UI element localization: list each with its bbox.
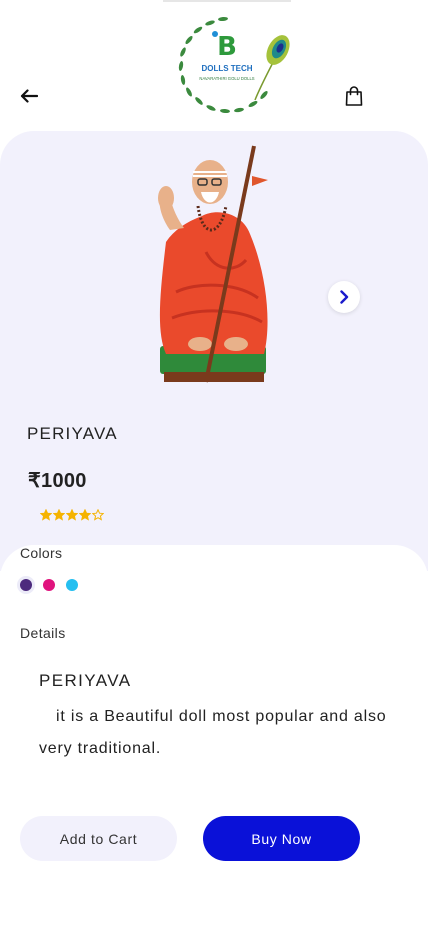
- next-image-button[interactable]: [328, 281, 360, 313]
- star-filled-icon: [53, 509, 65, 521]
- product-name: PERIYAVA: [27, 424, 118, 443]
- star-filled-icon: [66, 509, 78, 521]
- color-swatches: [20, 576, 89, 593]
- product-price: ₹1000: [28, 470, 87, 492]
- brand-logo: B DOLLS TECH NAVARATHIRI GOLU DOLLS: [163, 0, 293, 114]
- buy-now-button[interactable]: Buy Now: [203, 816, 360, 861]
- details-label: Details: [20, 625, 66, 641]
- svg-text:DOLLS TECH: DOLLS TECH: [201, 64, 252, 73]
- arrow-left-icon: [20, 89, 38, 103]
- svg-text:B: B: [217, 32, 237, 62]
- color-swatch[interactable]: [43, 578, 55, 591]
- logo-emblem: B DOLLS TECH NAVARATHIRI GOLU DOLLS: [178, 16, 290, 114]
- cart-button[interactable]: [341, 82, 367, 110]
- chevron-right-icon: [340, 290, 349, 304]
- star-empty-icon: [92, 509, 104, 521]
- details-title: PERIYAVA: [39, 671, 132, 690]
- star-filled-icon: [40, 509, 52, 521]
- star-filled-icon: [79, 509, 91, 521]
- add-to-cart-button[interactable]: Add to Cart: [20, 816, 177, 861]
- color-swatch[interactable]: [20, 578, 32, 591]
- shopping-bag-icon: [345, 86, 363, 106]
- colors-label: Colors: [20, 545, 63, 561]
- doll-illustration: [158, 145, 268, 383]
- details-description: it is a Beautiful doll most popular and …: [39, 708, 387, 757]
- product-image: [146, 142, 278, 386]
- color-swatch[interactable]: [66, 578, 78, 591]
- back-button[interactable]: [16, 83, 42, 109]
- product-rating: [40, 509, 104, 521]
- svg-text:NAVARATHIRI GOLU DOLLS: NAVARATHIRI GOLU DOLLS: [199, 76, 254, 81]
